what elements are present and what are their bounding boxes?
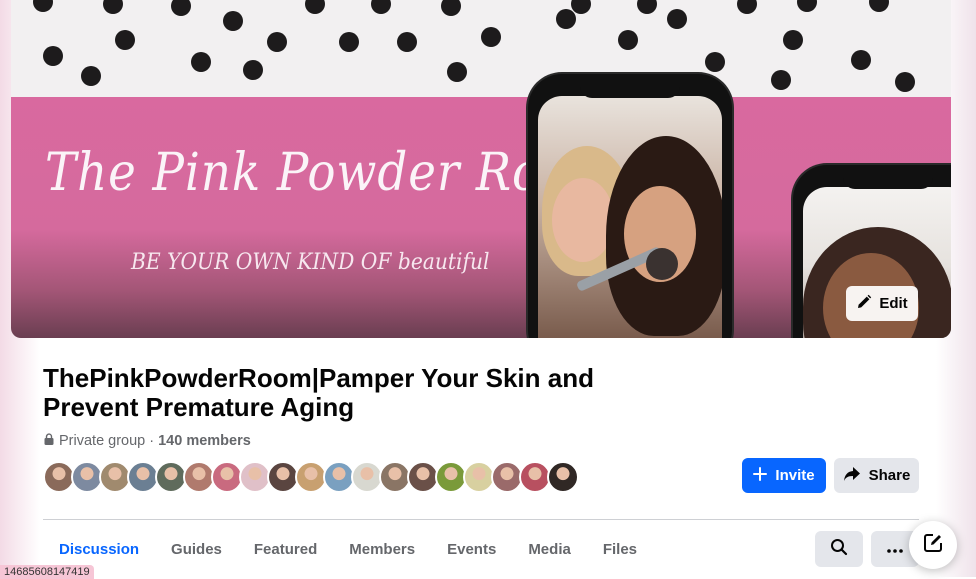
cover-dot xyxy=(571,0,591,14)
group-tabs: Discussion Guides Featured Members Event… xyxy=(43,531,653,577)
invite-button[interactable]: Invite xyxy=(742,458,826,493)
cover-dot xyxy=(371,0,391,14)
cover-dot xyxy=(103,0,123,14)
cover-dot xyxy=(797,0,817,12)
cover-tagline-text: BE YOUR OWN KIND OF beautiful xyxy=(131,250,490,275)
meta-separator: · xyxy=(149,433,155,449)
lock-icon xyxy=(43,433,55,449)
cover-dot xyxy=(267,32,287,52)
cover-dot xyxy=(43,46,63,66)
share-label: Share xyxy=(868,467,911,484)
member-avatars xyxy=(43,461,579,493)
search-icon xyxy=(830,538,848,561)
invite-label: Invite xyxy=(775,467,815,484)
member-avatar[interactable] xyxy=(547,461,579,493)
cover-dot xyxy=(447,62,467,82)
group-name[interactable]: ThePinkPowderRoom|Pamper Your Skin and P… xyxy=(43,364,603,422)
cover-dot xyxy=(397,32,417,52)
share-arrow-icon xyxy=(843,466,861,486)
edit-cover-label: Edit xyxy=(879,295,908,312)
cover-dot xyxy=(737,0,757,14)
cover-dot xyxy=(481,27,501,47)
tab-members[interactable]: Members xyxy=(333,531,431,571)
cover-dot xyxy=(637,0,657,14)
plus-icon xyxy=(753,466,768,485)
edit-cover-button[interactable]: Edit xyxy=(846,286,918,321)
cover-dot xyxy=(441,0,461,16)
cover-dot xyxy=(618,30,638,50)
cover-dot xyxy=(305,0,325,14)
cover-dot xyxy=(851,50,871,70)
cover-dot xyxy=(895,72,915,92)
share-button[interactable]: Share xyxy=(834,458,919,493)
cover-dot xyxy=(783,30,803,50)
cover-dot xyxy=(556,9,576,29)
tab-media[interactable]: Media xyxy=(512,531,587,571)
cover-title-text: The Pink Powder Room xyxy=(45,143,616,203)
cover-dot xyxy=(771,70,791,90)
person-face xyxy=(552,178,614,262)
member-count-link[interactable]: 140 members xyxy=(158,433,251,449)
phone-mockup-front xyxy=(528,74,732,338)
cover-dot xyxy=(243,60,263,80)
compose-icon xyxy=(922,532,944,559)
cover-dot xyxy=(869,0,889,12)
cover-dot xyxy=(667,9,687,29)
group-search-button[interactable] xyxy=(815,531,863,567)
cover-dot xyxy=(191,52,211,72)
cover-dot xyxy=(81,66,101,86)
cover-dot xyxy=(705,52,725,72)
group-meta: Private group · 140 members xyxy=(43,432,251,450)
new-message-button[interactable] xyxy=(909,521,957,569)
cover-dot xyxy=(33,0,53,12)
cover-dot xyxy=(115,30,135,50)
tab-guides[interactable]: Guides xyxy=(155,531,238,571)
header-divider xyxy=(43,519,919,520)
cover-dot xyxy=(171,0,191,16)
cover-photo: The Pink Powder Room BE YOUR OWN KIND OF… xyxy=(11,0,951,338)
cover-dot xyxy=(339,32,359,52)
tab-files[interactable]: Files xyxy=(587,531,653,571)
pencil-icon xyxy=(856,294,872,314)
tab-events[interactable]: Events xyxy=(431,531,512,571)
tab-featured[interactable]: Featured xyxy=(238,531,333,571)
more-icon xyxy=(887,540,903,558)
phone-screen-photo xyxy=(538,96,722,338)
cover-dot xyxy=(223,11,243,31)
privacy-label: Private group xyxy=(59,433,146,449)
